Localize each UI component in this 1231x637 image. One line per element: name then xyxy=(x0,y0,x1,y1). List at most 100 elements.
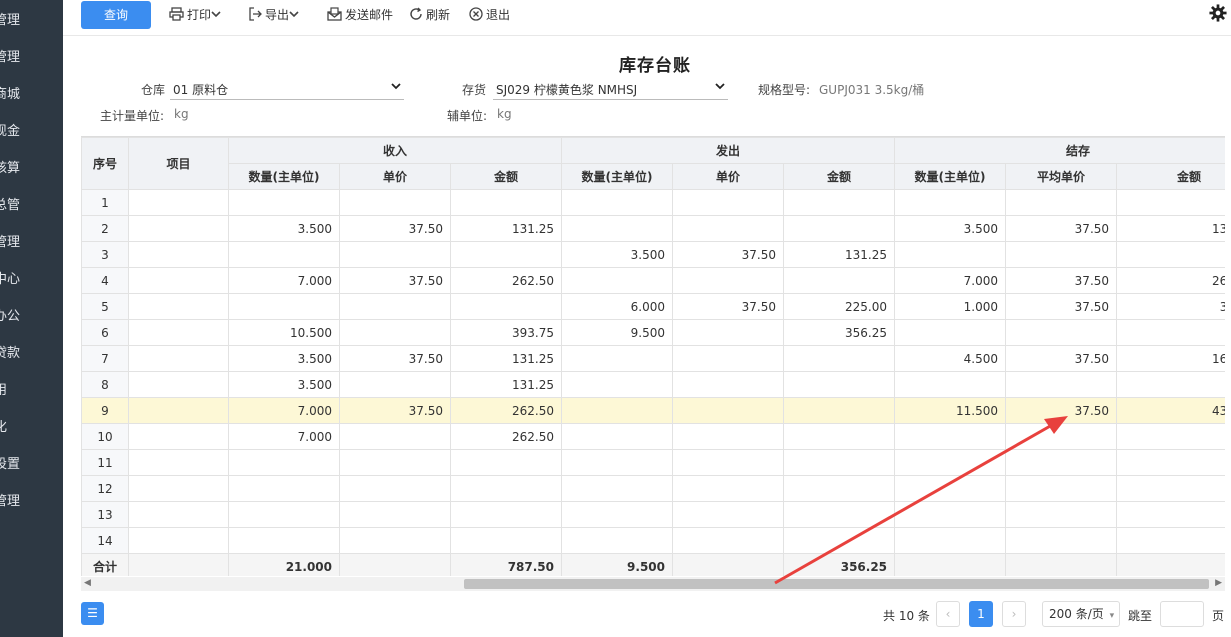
cell-income-qty[interactable] xyxy=(228,293,340,320)
cell-outgo-price[interactable] xyxy=(672,423,785,450)
cell-income-price[interactable] xyxy=(339,319,451,346)
cell-income-amount[interactable] xyxy=(449,241,563,268)
cell-outgo-price[interactable] xyxy=(672,345,785,372)
cell-outgo-amount[interactable] xyxy=(783,397,896,424)
table-row[interactable]: 97.00037.50262.5011.50037.50431.25 xyxy=(81,397,1225,424)
cell-outgo-amount[interactable] xyxy=(783,371,896,398)
cell-outgo-amount[interactable] xyxy=(783,475,896,502)
query-button[interactable]: 查询 xyxy=(81,1,151,29)
table-row[interactable]: 1 xyxy=(81,189,1225,216)
cell-outgo-qty[interactable] xyxy=(561,189,674,216)
cell-balance-amount[interactable] xyxy=(1116,189,1225,216)
table-row[interactable]: 3 3.500 37.50 131.25 xyxy=(81,241,1225,268)
cell-income-amount[interactable] xyxy=(449,501,563,528)
cell-balance-avg-price[interactable] xyxy=(1005,501,1118,528)
cell-income-amount[interactable]: 262.50 xyxy=(449,423,563,450)
cell-balance-qty[interactable]: 7.000 xyxy=(894,267,1007,294)
cell-outgo-qty[interactable] xyxy=(561,527,674,554)
sidebar-item[interactable]: 管理 xyxy=(0,490,20,509)
cell-outgo-qty[interactable] xyxy=(561,501,674,528)
cell-income-qty[interactable] xyxy=(228,241,340,268)
cell-balance-amount[interactable] xyxy=(1116,423,1225,450)
cell-income-price[interactable] xyxy=(339,241,451,268)
cell-outgo-amount[interactable] xyxy=(783,501,896,528)
cell-balance-avg-price[interactable] xyxy=(1005,241,1118,268)
cell-balance-qty[interactable] xyxy=(894,371,1007,398)
inventory-select[interactable]: SJ029 柠檬黄色浆 NMHSJ xyxy=(493,78,728,100)
exit-button[interactable]: 退出 xyxy=(469,5,510,23)
cell-outgo-price[interactable]: 37.50 xyxy=(672,241,785,268)
cell-balance-amount[interactable] xyxy=(1116,501,1225,528)
horizontal-scrollbar[interactable]: ◀ ▶ xyxy=(81,577,1225,591)
sidebar-item[interactable]: 用 xyxy=(0,379,7,398)
col-outgo-amount[interactable]: 金额 xyxy=(783,163,896,190)
cell-outgo-price[interactable] xyxy=(672,319,785,346)
sidebar-item[interactable]: 商城 xyxy=(0,83,20,102)
cell-income-qty[interactable] xyxy=(228,475,340,502)
cell-outgo-price[interactable] xyxy=(672,371,785,398)
page-size-select[interactable]: 200 条/页 ▾ xyxy=(1042,601,1120,627)
scroll-left-icon[interactable]: ◀ xyxy=(84,578,91,588)
cell-balance-qty[interactable] xyxy=(894,319,1007,346)
cell-income-amount[interactable] xyxy=(449,293,563,320)
col-seq[interactable]: 序号 xyxy=(81,137,129,190)
cell-outgo-amount[interactable] xyxy=(783,189,896,216)
cell-outgo-amount[interactable] xyxy=(783,215,896,242)
cell-outgo-price[interactable] xyxy=(672,527,785,554)
col-income-price[interactable]: 单价 xyxy=(339,163,451,190)
cell-balance-amount[interactable]: 262.50 xyxy=(1116,267,1225,294)
sidebar-item[interactable]: 管理 xyxy=(0,46,20,65)
cell-outgo-price[interactable] xyxy=(672,397,785,424)
cell-outgo-price[interactable] xyxy=(672,449,785,476)
table-row[interactable]: 56.00037.50225.001.00037.5037.50 xyxy=(81,293,1225,320)
cell-balance-avg-price[interactable] xyxy=(1005,189,1118,216)
send-mail-button[interactable]: 发送邮件 xyxy=(327,5,393,23)
cell-income-qty[interactable] xyxy=(228,189,340,216)
sidebar-item[interactable]: 现金 xyxy=(0,120,20,139)
cell-outgo-amount[interactable] xyxy=(783,267,896,294)
cell-outgo-qty[interactable] xyxy=(561,371,674,398)
sidebar-item[interactable]: 管理 xyxy=(0,9,20,28)
cell-income-amount[interactable]: 131.25 xyxy=(449,215,563,242)
cell-item[interactable] xyxy=(128,345,229,372)
export-button[interactable]: 导出 xyxy=(248,5,302,23)
cell-item[interactable] xyxy=(128,527,229,554)
cell-income-amount[interactable]: 131.25 xyxy=(449,345,563,372)
cell-income-price[interactable] xyxy=(339,475,451,502)
scroll-right-icon[interactable]: ▶ xyxy=(1215,578,1222,588)
table-row[interactable]: 47.00037.50262.507.00037.50262.50 xyxy=(81,267,1225,294)
cell-income-price[interactable]: 37.50 xyxy=(339,215,451,242)
cell-balance-qty[interactable]: 1.000 xyxy=(894,293,1007,320)
cell-outgo-price[interactable] xyxy=(672,189,785,216)
cell-item[interactable] xyxy=(128,423,229,450)
cell-item[interactable] xyxy=(128,449,229,476)
cell-income-price[interactable] xyxy=(339,449,451,476)
cell-balance-avg-price[interactable]: 37.50 xyxy=(1005,215,1118,242)
cell-income-qty[interactable]: 10.500 xyxy=(228,319,340,346)
cell-income-amount[interactable] xyxy=(449,449,563,476)
table-row[interactable]: 13 xyxy=(81,501,1225,528)
cell-outgo-amount[interactable] xyxy=(783,527,896,554)
col-balance-avg-price[interactable]: 平均单价 xyxy=(1005,163,1118,190)
cell-balance-qty[interactable]: 11.500 xyxy=(894,397,1007,424)
cell-outgo-amount[interactable]: 131.25 xyxy=(783,241,896,268)
cell-balance-avg-price[interactable]: 37.50 xyxy=(1005,397,1118,424)
col-outgo-price[interactable]: 单价 xyxy=(672,163,785,190)
cell-balance-avg-price[interactable] xyxy=(1005,449,1118,476)
cell-outgo-amount[interactable] xyxy=(783,345,896,372)
cell-income-price[interactable] xyxy=(339,527,451,554)
cell-income-price[interactable] xyxy=(339,501,451,528)
cell-outgo-amount[interactable] xyxy=(783,449,896,476)
cell-income-amount[interactable]: 262.50 xyxy=(449,397,563,424)
table-row[interactable]: 11 xyxy=(81,449,1225,476)
cell-balance-amount[interactable]: 168.75 xyxy=(1116,345,1225,372)
cell-balance-qty[interactable] xyxy=(894,449,1007,476)
cell-balance-amount[interactable] xyxy=(1116,319,1225,346)
cell-income-qty[interactable]: 7.000 xyxy=(228,267,340,294)
cell-income-qty[interactable]: 3.500 xyxy=(228,371,340,398)
refresh-button[interactable]: 刷新 xyxy=(409,5,450,23)
cell-balance-qty[interactable] xyxy=(894,241,1007,268)
cell-income-qty[interactable]: 7.000 xyxy=(228,423,340,450)
sidebar-item[interactable]: 中心 xyxy=(0,268,20,287)
cell-balance-amount[interactable]: 131.25 xyxy=(1116,215,1225,242)
